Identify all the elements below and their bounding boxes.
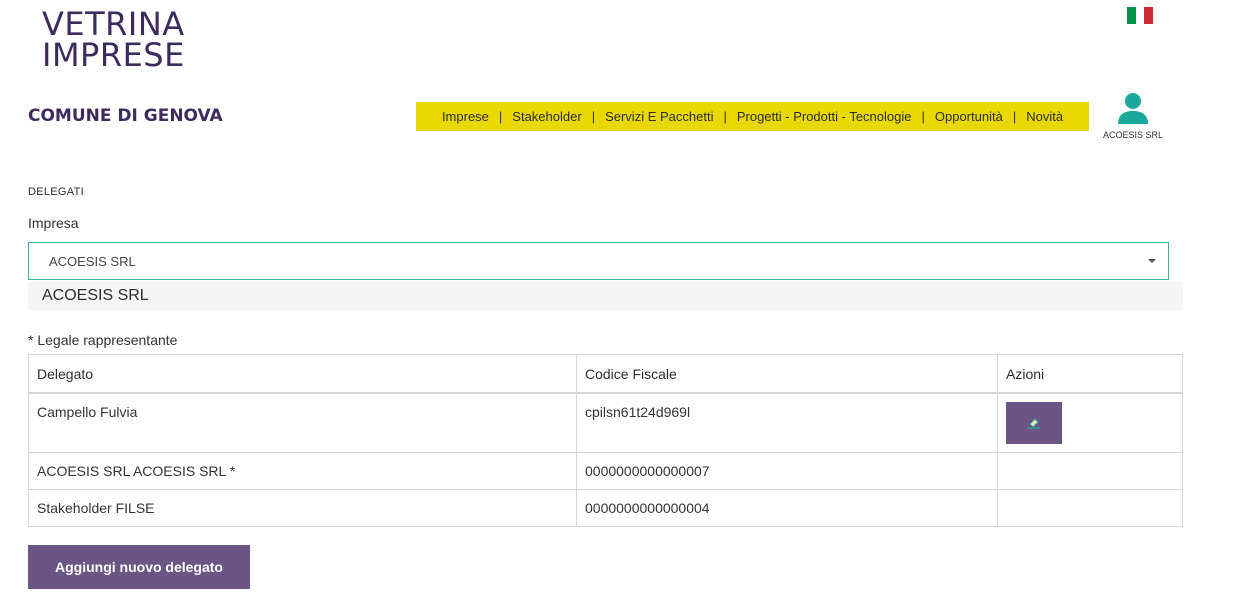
- edit-icon: [1028, 418, 1040, 429]
- section-title: DELEGATI: [28, 186, 84, 198]
- table-row: Stakeholder FILSE 0000000000000004: [28, 489, 1183, 527]
- table-row: Campello Fulvia cpilsn61t24d969l: [28, 392, 1183, 453]
- cell-delegato: Campello Fulvia: [28, 392, 577, 453]
- user-icon: [1118, 93, 1148, 124]
- impresa-selected-value: ACOESIS SRL: [49, 253, 136, 269]
- cell-delegato: Stakeholder FILSE: [28, 489, 577, 527]
- add-delegato-button[interactable]: Aggiungi nuovo delegato: [28, 545, 250, 589]
- main-nav: Imprese | Stakeholder | Servizi E Pacche…: [416, 102, 1089, 131]
- nav-item-imprese[interactable]: Imprese: [432, 109, 499, 124]
- delegati-table: Delegato Codice Fiscale Azioni Campello …: [28, 354, 1183, 527]
- user-menu[interactable]: ACOESIS SRL: [1096, 92, 1170, 140]
- cell-codice-fiscale: 0000000000000007: [576, 452, 998, 490]
- nav-item-stakeholder[interactable]: Stakeholder: [502, 109, 591, 124]
- user-name: ACOESIS SRL: [1102, 130, 1164, 140]
- cell-azioni: [997, 452, 1183, 490]
- cell-codice-fiscale: cpilsn61t24d969l: [576, 392, 998, 453]
- header-delegato: Delegato: [28, 354, 577, 394]
- impresa-dropdown-option[interactable]: ACOESIS SRL: [28, 282, 1183, 310]
- table-header-row: Delegato Codice Fiscale Azioni: [28, 354, 1183, 394]
- site-logo[interactable]: VETRINA IMPRESE: [42, 8, 185, 74]
- header-azioni: Azioni: [997, 354, 1183, 394]
- impresa-label: Impresa: [28, 215, 79, 231]
- nav-item-novita[interactable]: Novità: [1016, 109, 1073, 124]
- comune-title: COMUNE DI GENOVA: [28, 106, 223, 126]
- nav-item-progetti[interactable]: Progetti - Prodotti - Tecnologie: [727, 109, 922, 124]
- impresa-select[interactable]: ACOESIS SRL: [28, 242, 1169, 280]
- cell-codice-fiscale: 0000000000000004: [576, 489, 998, 527]
- italian-flag-icon[interactable]: [1127, 7, 1154, 24]
- logo-line-2: IMPRESE: [42, 36, 185, 74]
- legale-note: * Legale rappresentante: [28, 332, 178, 348]
- chevron-down-icon: [1148, 259, 1156, 263]
- nav-item-servizi[interactable]: Servizi E Pacchetti: [595, 109, 723, 124]
- edit-delegato-button[interactable]: [1006, 402, 1062, 444]
- table-row: ACOESIS SRL ACOESIS SRL * 00000000000000…: [28, 452, 1183, 490]
- cell-delegato: ACOESIS SRL ACOESIS SRL *: [28, 452, 577, 490]
- cell-azioni: [997, 392, 1183, 453]
- nav-item-opportunita[interactable]: Opportunità: [925, 109, 1013, 124]
- header-codice-fiscale: Codice Fiscale: [576, 354, 998, 394]
- cell-azioni: [997, 489, 1183, 527]
